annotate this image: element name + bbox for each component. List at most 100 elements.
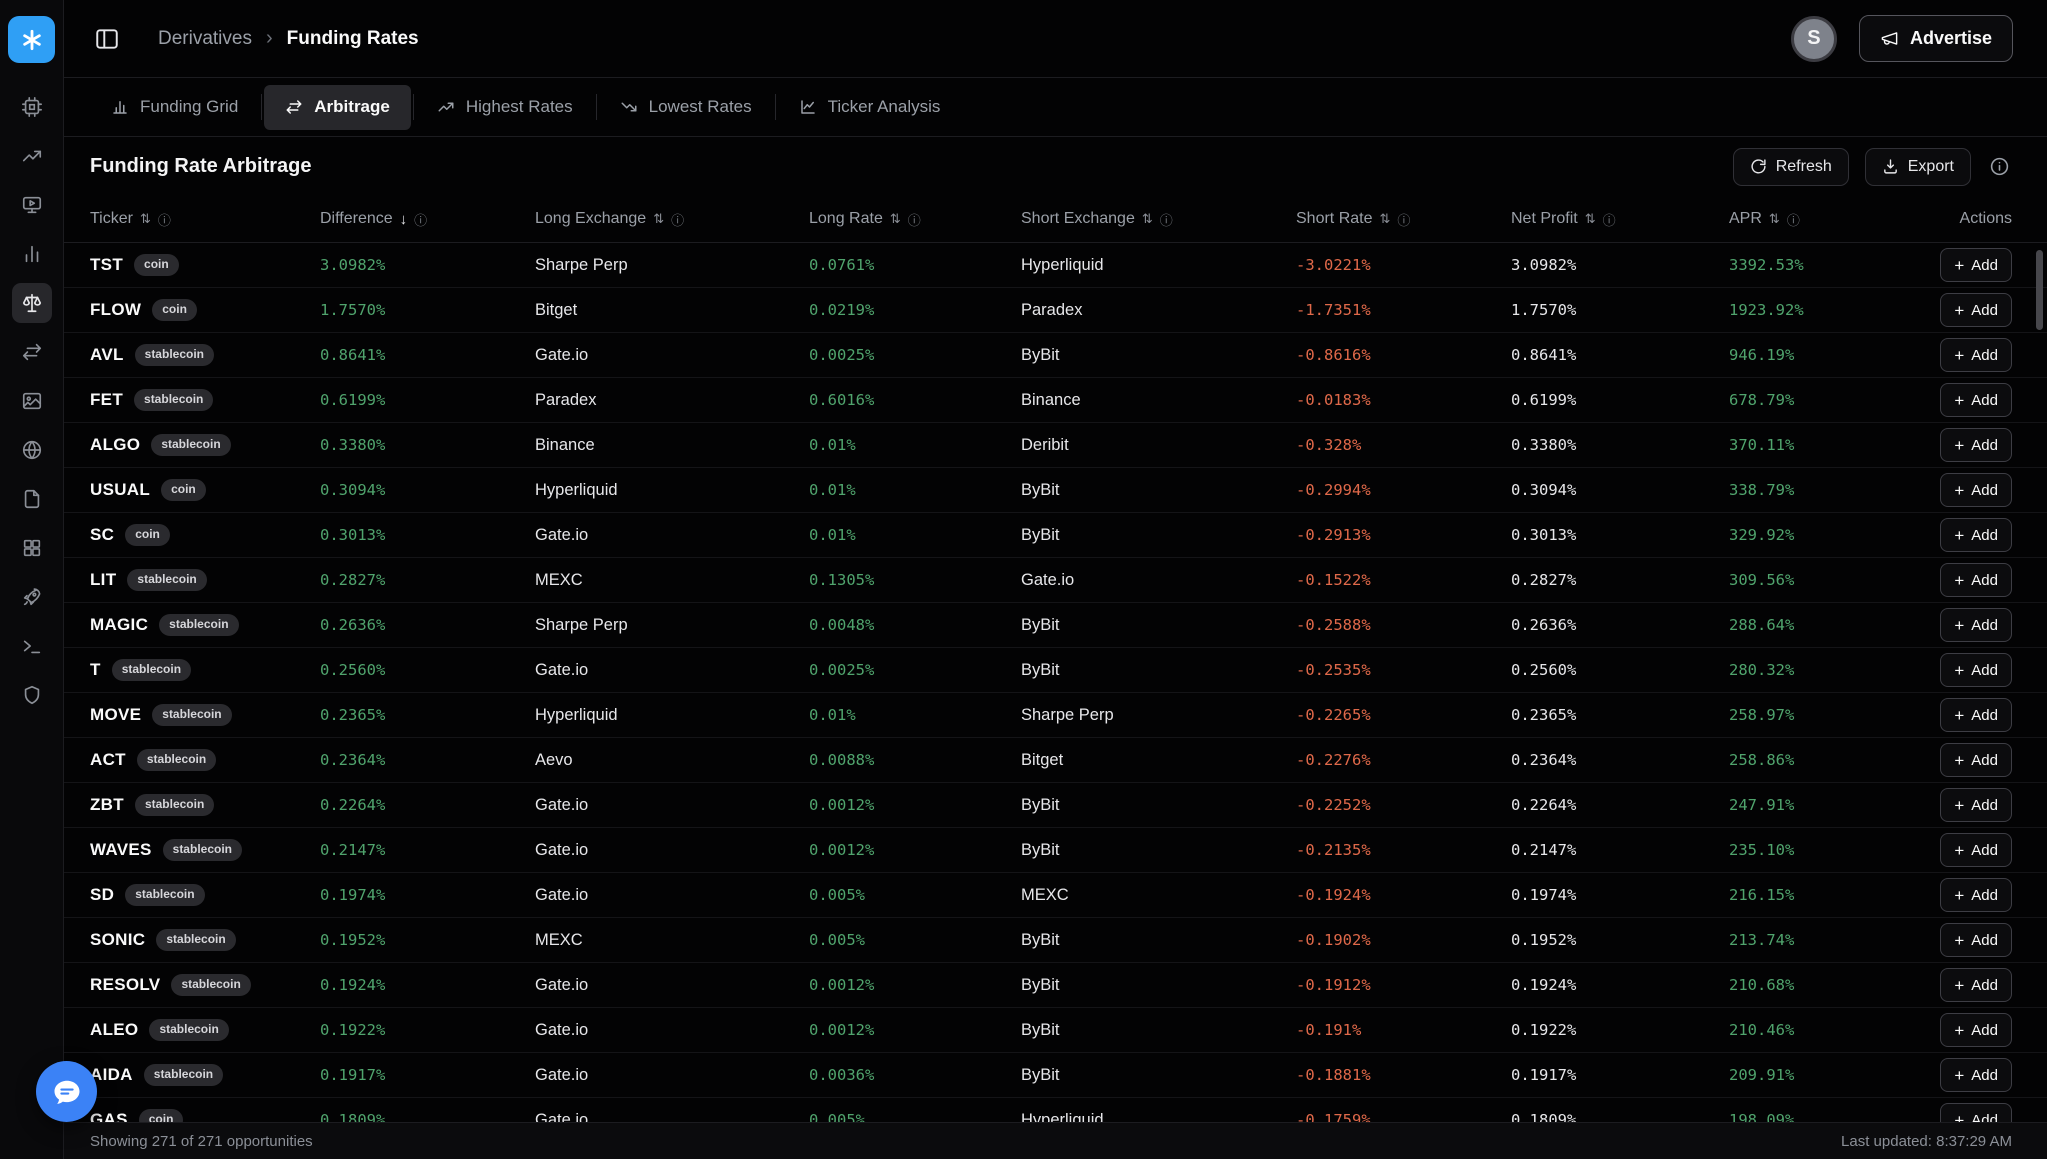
add-button[interactable]: + Add — [1940, 923, 2012, 957]
rocket-icon[interactable] — [12, 577, 52, 617]
short-rate-value: -0.2276% — [1296, 751, 1511, 769]
add-button[interactable]: + Add — [1940, 1103, 2012, 1122]
column-header-short-rate[interactable]: Short Rate ⇅ ⓘ — [1296, 210, 1511, 229]
add-button[interactable]: + Add — [1940, 608, 2012, 642]
add-button[interactable]: + Add — [1940, 248, 2012, 282]
chat-widget-button[interactable] — [36, 1061, 97, 1122]
long-exchange: Gate.io — [535, 1111, 809, 1123]
column-header-apr[interactable]: APR ⇅ ⓘ — [1729, 210, 1934, 229]
advertise-button[interactable]: Advertise — [1859, 15, 2013, 62]
tab-lowest-rates[interactable]: Lowest Rates — [599, 85, 773, 130]
add-button[interactable]: + Add — [1940, 518, 2012, 552]
terminal-icon[interactable] — [12, 626, 52, 666]
shield-icon[interactable] — [12, 675, 52, 715]
column-header-difference[interactable]: Difference ↓ ⓘ — [320, 210, 535, 229]
ticker-cell: GAS coin — [90, 1109, 320, 1122]
add-button[interactable]: + Add — [1940, 878, 2012, 912]
trending-up-icon[interactable] — [12, 136, 52, 176]
add-button[interactable]: + Add — [1940, 833, 2012, 867]
apr-value: 3392.53% — [1729, 256, 1934, 274]
cpu-icon[interactable] — [12, 87, 52, 127]
grid-icon[interactable] — [12, 528, 52, 568]
status-bar: Showing 271 of 271 opportunities Last up… — [64, 1122, 2047, 1159]
add-button[interactable]: + Add — [1940, 788, 2012, 822]
chevron-right-icon: › — [266, 27, 273, 50]
add-button[interactable]: + Add — [1940, 293, 2012, 327]
apr-value: 210.68% — [1729, 976, 1934, 994]
add-button[interactable]: + Add — [1940, 563, 2012, 597]
add-button[interactable]: + Add — [1940, 968, 2012, 1002]
long-rate-value: 0.0088% — [809, 751, 1021, 769]
actions-cell: + Add — [1934, 293, 2012, 327]
ticker-cell: RESOLV stablecoin — [90, 974, 320, 996]
add-button[interactable]: + Add — [1940, 653, 2012, 687]
sort-desc-icon: ↓ — [400, 211, 408, 228]
table-row: USUAL coin 0.3094% Hyperliquid 0.01% ByB… — [64, 468, 2047, 513]
tab-arbitrage[interactable]: Arbitrage — [264, 85, 411, 130]
column-header-short-exchange[interactable]: Short Exchange ⇅ ⓘ — [1021, 210, 1296, 229]
add-button[interactable]: + Add — [1940, 1013, 2012, 1047]
info-icon[interactable]: ⓘ — [414, 210, 427, 229]
plus-icon: + — [1954, 977, 1964, 994]
breadcrumb-parent[interactable]: Derivatives — [158, 28, 252, 50]
column-header-net-profit[interactable]: Net Profit ⇅ ⓘ — [1511, 210, 1729, 229]
globe-icon[interactable] — [12, 430, 52, 470]
info-icon[interactable] — [1987, 154, 2012, 179]
long-rate-value: 0.005% — [809, 886, 1021, 904]
long-exchange: Hyperliquid — [535, 706, 809, 725]
tab-divider — [413, 94, 414, 120]
table-row: GAS coin 0.1809% Gate.io 0.005% Hyperliq… — [64, 1098, 2047, 1122]
long-rate-value: 0.0761% — [809, 256, 1021, 274]
file-icon[interactable] — [12, 479, 52, 519]
tab-highest-rates[interactable]: Highest Rates — [416, 85, 594, 130]
ticker-symbol: SONIC — [90, 930, 145, 950]
table-row: WAVES stablecoin 0.2147% Gate.io 0.0012%… — [64, 828, 2047, 873]
info-icon[interactable]: ⓘ — [1787, 210, 1800, 229]
column-header-ticker[interactable]: Ticker ⇅ ⓘ — [90, 210, 320, 229]
scales-icon[interactable] — [12, 283, 52, 323]
add-button[interactable]: + Add — [1940, 698, 2012, 732]
difference-value: 0.2636% — [320, 616, 535, 634]
info-icon[interactable]: ⓘ — [908, 210, 921, 229]
tab-funding-grid[interactable]: Funding Grid — [90, 85, 259, 130]
avatar[interactable]: S — [1791, 16, 1837, 62]
sidebar — [0, 0, 64, 1159]
table-row: FET stablecoin 0.6199% Paradex 0.6016% B… — [64, 378, 2047, 423]
difference-value: 0.2560% — [320, 661, 535, 679]
long-rate-value: 0.0012% — [809, 796, 1021, 814]
tab-ticker-analysis[interactable]: Ticker Analysis — [778, 85, 962, 130]
image-icon[interactable] — [12, 381, 52, 421]
long-exchange: Sharpe Perp — [535, 616, 809, 635]
app-logo[interactable] — [8, 16, 55, 63]
table-row: ZBT stablecoin 0.2264% Gate.io 0.0012% B… — [64, 783, 2047, 828]
info-icon[interactable]: ⓘ — [671, 210, 684, 229]
add-button[interactable]: + Add — [1940, 1058, 2012, 1092]
add-button[interactable]: + Add — [1940, 743, 2012, 777]
add-button[interactable]: + Add — [1940, 338, 2012, 372]
sort-icon: ⇅ — [1585, 211, 1596, 227]
export-button[interactable]: Export — [1865, 148, 1971, 186]
monitor-play-icon[interactable] — [12, 185, 52, 225]
ticker-type-badge: stablecoin — [151, 434, 230, 456]
plus-icon: + — [1954, 1022, 1964, 1039]
swap-icon[interactable] — [12, 332, 52, 372]
info-icon[interactable]: ⓘ — [1397, 210, 1410, 229]
column-header-long-exchange[interactable]: Long Exchange ⇅ ⓘ — [535, 210, 809, 229]
info-icon[interactable]: ⓘ — [1160, 210, 1173, 229]
bar-chart-icon[interactable] — [12, 234, 52, 274]
add-label: Add — [1971, 257, 1998, 274]
column-header-long-rate[interactable]: Long Rate ⇅ ⓘ — [809, 210, 1021, 229]
short-rate-value: -0.1902% — [1296, 931, 1511, 949]
add-button[interactable]: + Add — [1940, 428, 2012, 462]
add-button[interactable]: + Add — [1940, 383, 2012, 417]
info-icon[interactable]: ⓘ — [1603, 210, 1616, 229]
sidebar-toggle-icon[interactable] — [90, 22, 124, 56]
refresh-button[interactable]: Refresh — [1733, 148, 1849, 186]
add-button[interactable]: + Add — [1940, 473, 2012, 507]
vertical-scrollbar[interactable] — [2036, 250, 2043, 330]
ticker-cell: AIDA stablecoin — [90, 1064, 320, 1086]
info-icon[interactable]: ⓘ — [158, 210, 171, 229]
ticker-type-badge: coin — [152, 299, 197, 321]
net-profit-value: 0.2364% — [1511, 751, 1729, 769]
apr-value: 1923.92% — [1729, 301, 1934, 319]
